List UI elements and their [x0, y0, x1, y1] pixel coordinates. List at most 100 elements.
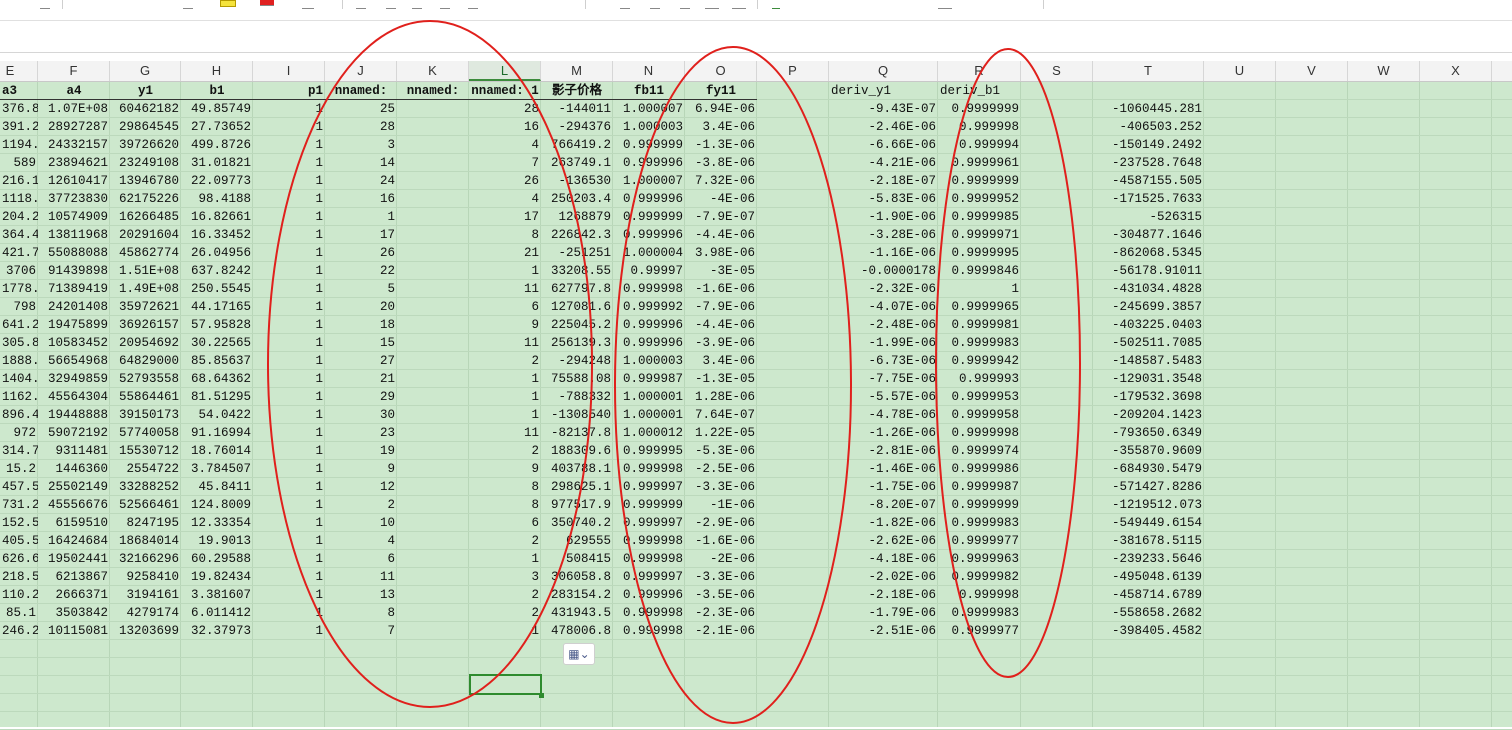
data-cell[interactable]: 9 [469, 316, 541, 334]
data-cell[interactable]: 0.999994 [938, 136, 1021, 154]
column-header-r[interactable]: R [938, 61, 1021, 81]
data-cell[interactable]: 18 [325, 316, 397, 334]
data-cell[interactable]: 16424684 [38, 532, 110, 550]
column-header-j[interactable]: J [325, 61, 397, 81]
data-cell[interactable]: -304877.1646 [1093, 226, 1204, 244]
data-cell[interactable]: 0.9999999 [938, 100, 1021, 118]
data-cell[interactable]: 28 [325, 118, 397, 136]
data-cell[interactable]: 0.9999982 [938, 568, 1021, 586]
data-cell[interactable]: -4.07E-06 [829, 298, 938, 316]
data-cell[interactable]: 0.999997 [613, 514, 685, 532]
header-cell[interactable]: a3 [0, 82, 38, 100]
column-header-t[interactable]: T [1093, 61, 1204, 81]
data-cell[interactable]: 972 [0, 424, 38, 442]
data-cell[interactable]: 13811968 [38, 226, 110, 244]
data-cell[interactable]: 0.9999958 [938, 406, 1021, 424]
data-cell[interactable]: 1.000003 [613, 118, 685, 136]
data-cell[interactable]: 421.7 [0, 244, 38, 262]
data-cell[interactable]: 18.76014 [181, 442, 253, 460]
data-cell[interactable]: -3.9E-06 [685, 334, 757, 352]
data-cell[interactable]: 364.4 [0, 226, 38, 244]
data-cell[interactable]: -1.99E-06 [829, 334, 938, 352]
data-cell[interactable]: -2.3E-06 [685, 604, 757, 622]
data-cell[interactable]: 62175226 [110, 190, 181, 208]
data-cell[interactable]: -793650.6349 [1093, 424, 1204, 442]
data-cell[interactable]: 54.0422 [181, 406, 253, 424]
data-cell[interactable]: 39726620 [110, 136, 181, 154]
data-cell[interactable]: -179532.3698 [1093, 388, 1204, 406]
data-cell[interactable]: 226842.3 [541, 226, 613, 244]
data-cell[interactable]: -2.32E-06 [829, 280, 938, 298]
data-cell[interactable]: 1 [253, 478, 325, 496]
data-cell[interactable]: 6.011412 [181, 604, 253, 622]
data-cell[interactable]: -1.82E-06 [829, 514, 938, 532]
data-cell[interactable]: 1 [253, 442, 325, 460]
data-cell[interactable]: 26.04956 [181, 244, 253, 262]
paste-options-button[interactable]: ▦⌄ [563, 643, 595, 665]
data-cell[interactable]: -2.18E-06 [829, 586, 938, 604]
data-cell[interactable]: 1 [253, 514, 325, 532]
data-cell[interactable]: 499.8726 [181, 136, 253, 154]
data-cell[interactable]: 44.17165 [181, 298, 253, 316]
data-cell[interactable]: 7.32E-06 [685, 172, 757, 190]
data-cell[interactable]: -1.26E-06 [829, 424, 938, 442]
percent-icon[interactable] [650, 0, 660, 9]
data-cell[interactable]: 18684014 [110, 532, 181, 550]
data-cell[interactable]: 57.95828 [181, 316, 253, 334]
data-cell[interactable]: -2.9E-06 [685, 514, 757, 532]
data-cell[interactable]: -1.75E-06 [829, 478, 938, 496]
data-cell[interactable]: 0.999998 [613, 604, 685, 622]
data-cell[interactable]: 0.999997 [613, 568, 685, 586]
align-center-icon[interactable] [386, 0, 396, 9]
data-cell[interactable]: -1.6E-06 [685, 280, 757, 298]
data-cell[interactable]: 403788.1 [541, 460, 613, 478]
data-cell[interactable]: 30.22565 [181, 334, 253, 352]
data-cell[interactable]: 0.9999977 [938, 622, 1021, 640]
data-cell[interactable]: 3.4E-06 [685, 352, 757, 370]
column-header-x[interactable]: X [1420, 61, 1492, 81]
data-cell[interactable]: 60.29588 [181, 550, 253, 568]
data-cell[interactable]: 19.82434 [181, 568, 253, 586]
data-cell[interactable]: 1 [253, 262, 325, 280]
data-cell[interactable]: 1 [253, 244, 325, 262]
border-icon[interactable] [183, 0, 193, 9]
data-cell[interactable]: 39150173 [110, 406, 181, 424]
data-cell[interactable]: -571427.8286 [1093, 478, 1204, 496]
data-cell[interactable]: 1.51E+08 [110, 262, 181, 280]
data-cell[interactable]: 0.999997 [613, 478, 685, 496]
data-cell[interactable]: 629555 [541, 532, 613, 550]
data-cell[interactable]: -2.46E-06 [829, 118, 938, 136]
data-cell[interactable]: 0.999996 [613, 586, 685, 604]
data-cell[interactable]: 0.999999 [613, 496, 685, 514]
data-cell[interactable]: 9 [325, 460, 397, 478]
data-cell[interactable]: 10583452 [38, 334, 110, 352]
data-cell[interactable]: -4.18E-06 [829, 550, 938, 568]
data-cell[interactable]: 376.8 [0, 100, 38, 118]
data-cell[interactable]: -9.43E-07 [829, 100, 938, 118]
data-cell[interactable]: -8.20E-07 [829, 496, 938, 514]
data-cell[interactable]: -6.73E-06 [829, 352, 938, 370]
data-cell[interactable]: 766419.2 [541, 136, 613, 154]
column-header-w[interactable]: W [1348, 61, 1420, 81]
data-cell[interactable]: 0.9999974 [938, 442, 1021, 460]
data-cell[interactable]: 7 [325, 622, 397, 640]
data-cell[interactable]: 15.2 [0, 460, 38, 478]
data-cell[interactable]: -526315 [1093, 208, 1204, 226]
data-cell[interactable]: 1 [253, 118, 325, 136]
data-cell[interactable]: 4 [469, 190, 541, 208]
data-cell[interactable]: 626.6 [0, 550, 38, 568]
data-cell[interactable]: 21 [325, 370, 397, 388]
data-cell[interactable]: 1 [469, 388, 541, 406]
data-cell[interactable]: -150149.2492 [1093, 136, 1204, 154]
data-cell[interactable]: 216.1 [0, 172, 38, 190]
data-cell[interactable]: 0.999998 [613, 622, 685, 640]
data-cell[interactable]: -406503.252 [1093, 118, 1204, 136]
data-cell[interactable]: -2.18E-07 [829, 172, 938, 190]
data-cell[interactable]: 23894621 [38, 154, 110, 172]
data-cell[interactable]: 127081.6 [541, 298, 613, 316]
data-cell[interactable]: 29864545 [110, 118, 181, 136]
data-cell[interactable]: 1888.7 [0, 352, 38, 370]
data-cell[interactable]: 110.2 [0, 586, 38, 604]
data-cell[interactable]: 0.999998 [613, 280, 685, 298]
data-cell[interactable]: 218.5 [0, 568, 38, 586]
